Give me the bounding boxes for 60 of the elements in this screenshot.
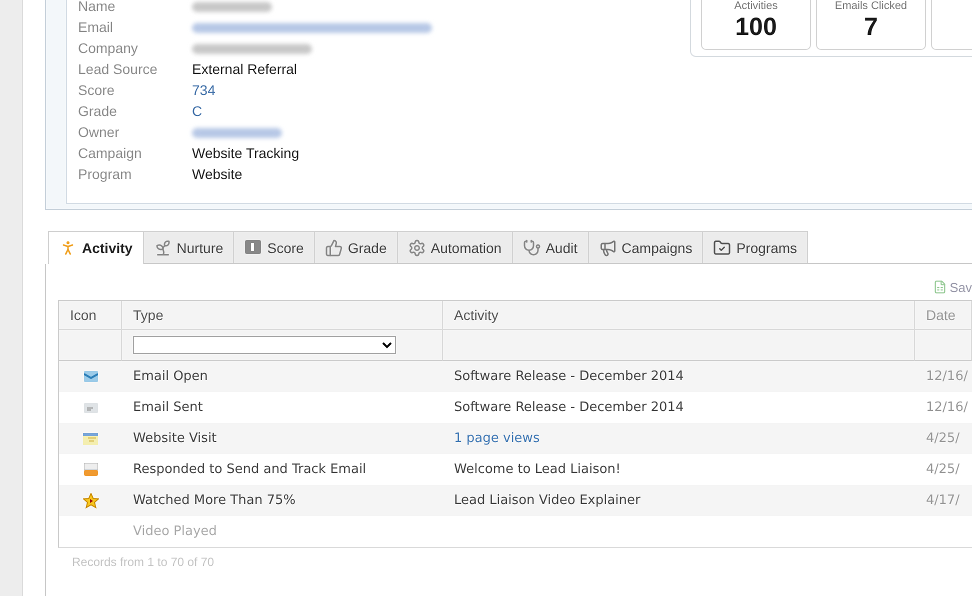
field-value: Website <box>192 166 244 183</box>
type-cell: Responded to Send and Track Email <box>133 462 366 477</box>
field-label: Company <box>78 40 139 57</box>
type-filter-dropdown[interactable] <box>133 336 396 354</box>
field-value: C <box>192 103 204 120</box>
tab[interactable]: Grade <box>314 231 398 263</box>
type-cell: Email Sent <box>133 400 203 415</box>
date-cell: 4/25/ <box>926 431 960 446</box>
date-cell: 12/16/ <box>926 369 968 384</box>
tray-icon <box>84 463 98 476</box>
column-header[interactable]: Icon <box>59 301 122 330</box>
tab[interactable]: Score <box>233 231 315 263</box>
field-label: Owner <box>78 124 120 141</box>
field-value: Website Tracking <box>192 145 300 162</box>
tab[interactable]: Activity <box>48 231 144 264</box>
type-cell: Watched More Than 75% <box>133 493 296 508</box>
spreadsheet-icon <box>932 280 947 294</box>
stat-label: Emails Clicked <box>834 0 908 12</box>
field-label: Email <box>78 19 114 36</box>
tab[interactable]: Nurture <box>142 231 234 263</box>
field-label: Grade <box>78 103 118 120</box>
gear-icon <box>408 238 426 256</box>
folder-icon <box>713 238 732 256</box>
stethoscope-icon <box>522 238 541 256</box>
activity-cell: Software Release - December 2014 <box>454 400 684 415</box>
tab[interactable]: Programs <box>702 231 808 263</box>
envelope-icon <box>84 371 98 382</box>
stat-value: 7 <box>864 12 878 42</box>
tab[interactable]: Campaigns <box>588 231 704 263</box>
tab[interactable]: Automation <box>396 231 513 263</box>
score-badge-icon <box>244 238 262 256</box>
thumbs-up-icon <box>324 238 343 256</box>
web-page-icon <box>83 432 98 444</box>
type-cell: Website Visit <box>133 431 217 446</box>
field-label: Score <box>78 82 116 99</box>
field-label: Campaign <box>78 145 143 162</box>
activity-cell: Software Release - December 2014 <box>454 369 684 384</box>
star-icon <box>82 492 98 508</box>
activity-cell: Lead Liaison Video Explainer <box>454 493 640 508</box>
stat-value: 100 <box>735 12 777 42</box>
date-cell: 4/25/ <box>926 462 960 477</box>
activity-cell: Welcome to Lead Liaison! <box>454 462 621 477</box>
column-header[interactable]: Activity <box>443 301 915 330</box>
date-cell: 4/17/ <box>926 493 960 508</box>
megaphone-icon <box>598 238 617 256</box>
type-cell: Video Played <box>133 524 217 539</box>
field-label: Name <box>78 0 116 15</box>
date-cell: 12/16/ <box>926 400 968 415</box>
envelope-icon <box>84 402 98 412</box>
type-cell: Email Open <box>133 369 208 384</box>
field-label: Program <box>78 166 133 183</box>
stat-label: Activities <box>734 0 778 12</box>
column-header[interactable]: Type <box>122 301 443 330</box>
tab[interactable]: Audit <box>512 231 589 263</box>
field-value: External Referral <box>192 61 298 78</box>
field-value: 734 <box>192 82 216 99</box>
records-count: Records from 1 to 70 of 70 <box>71 554 216 569</box>
sprout-icon <box>154 238 172 256</box>
field-label: Lead Source <box>78 61 158 78</box>
activity-link[interactable]: 1 page views <box>454 431 540 446</box>
